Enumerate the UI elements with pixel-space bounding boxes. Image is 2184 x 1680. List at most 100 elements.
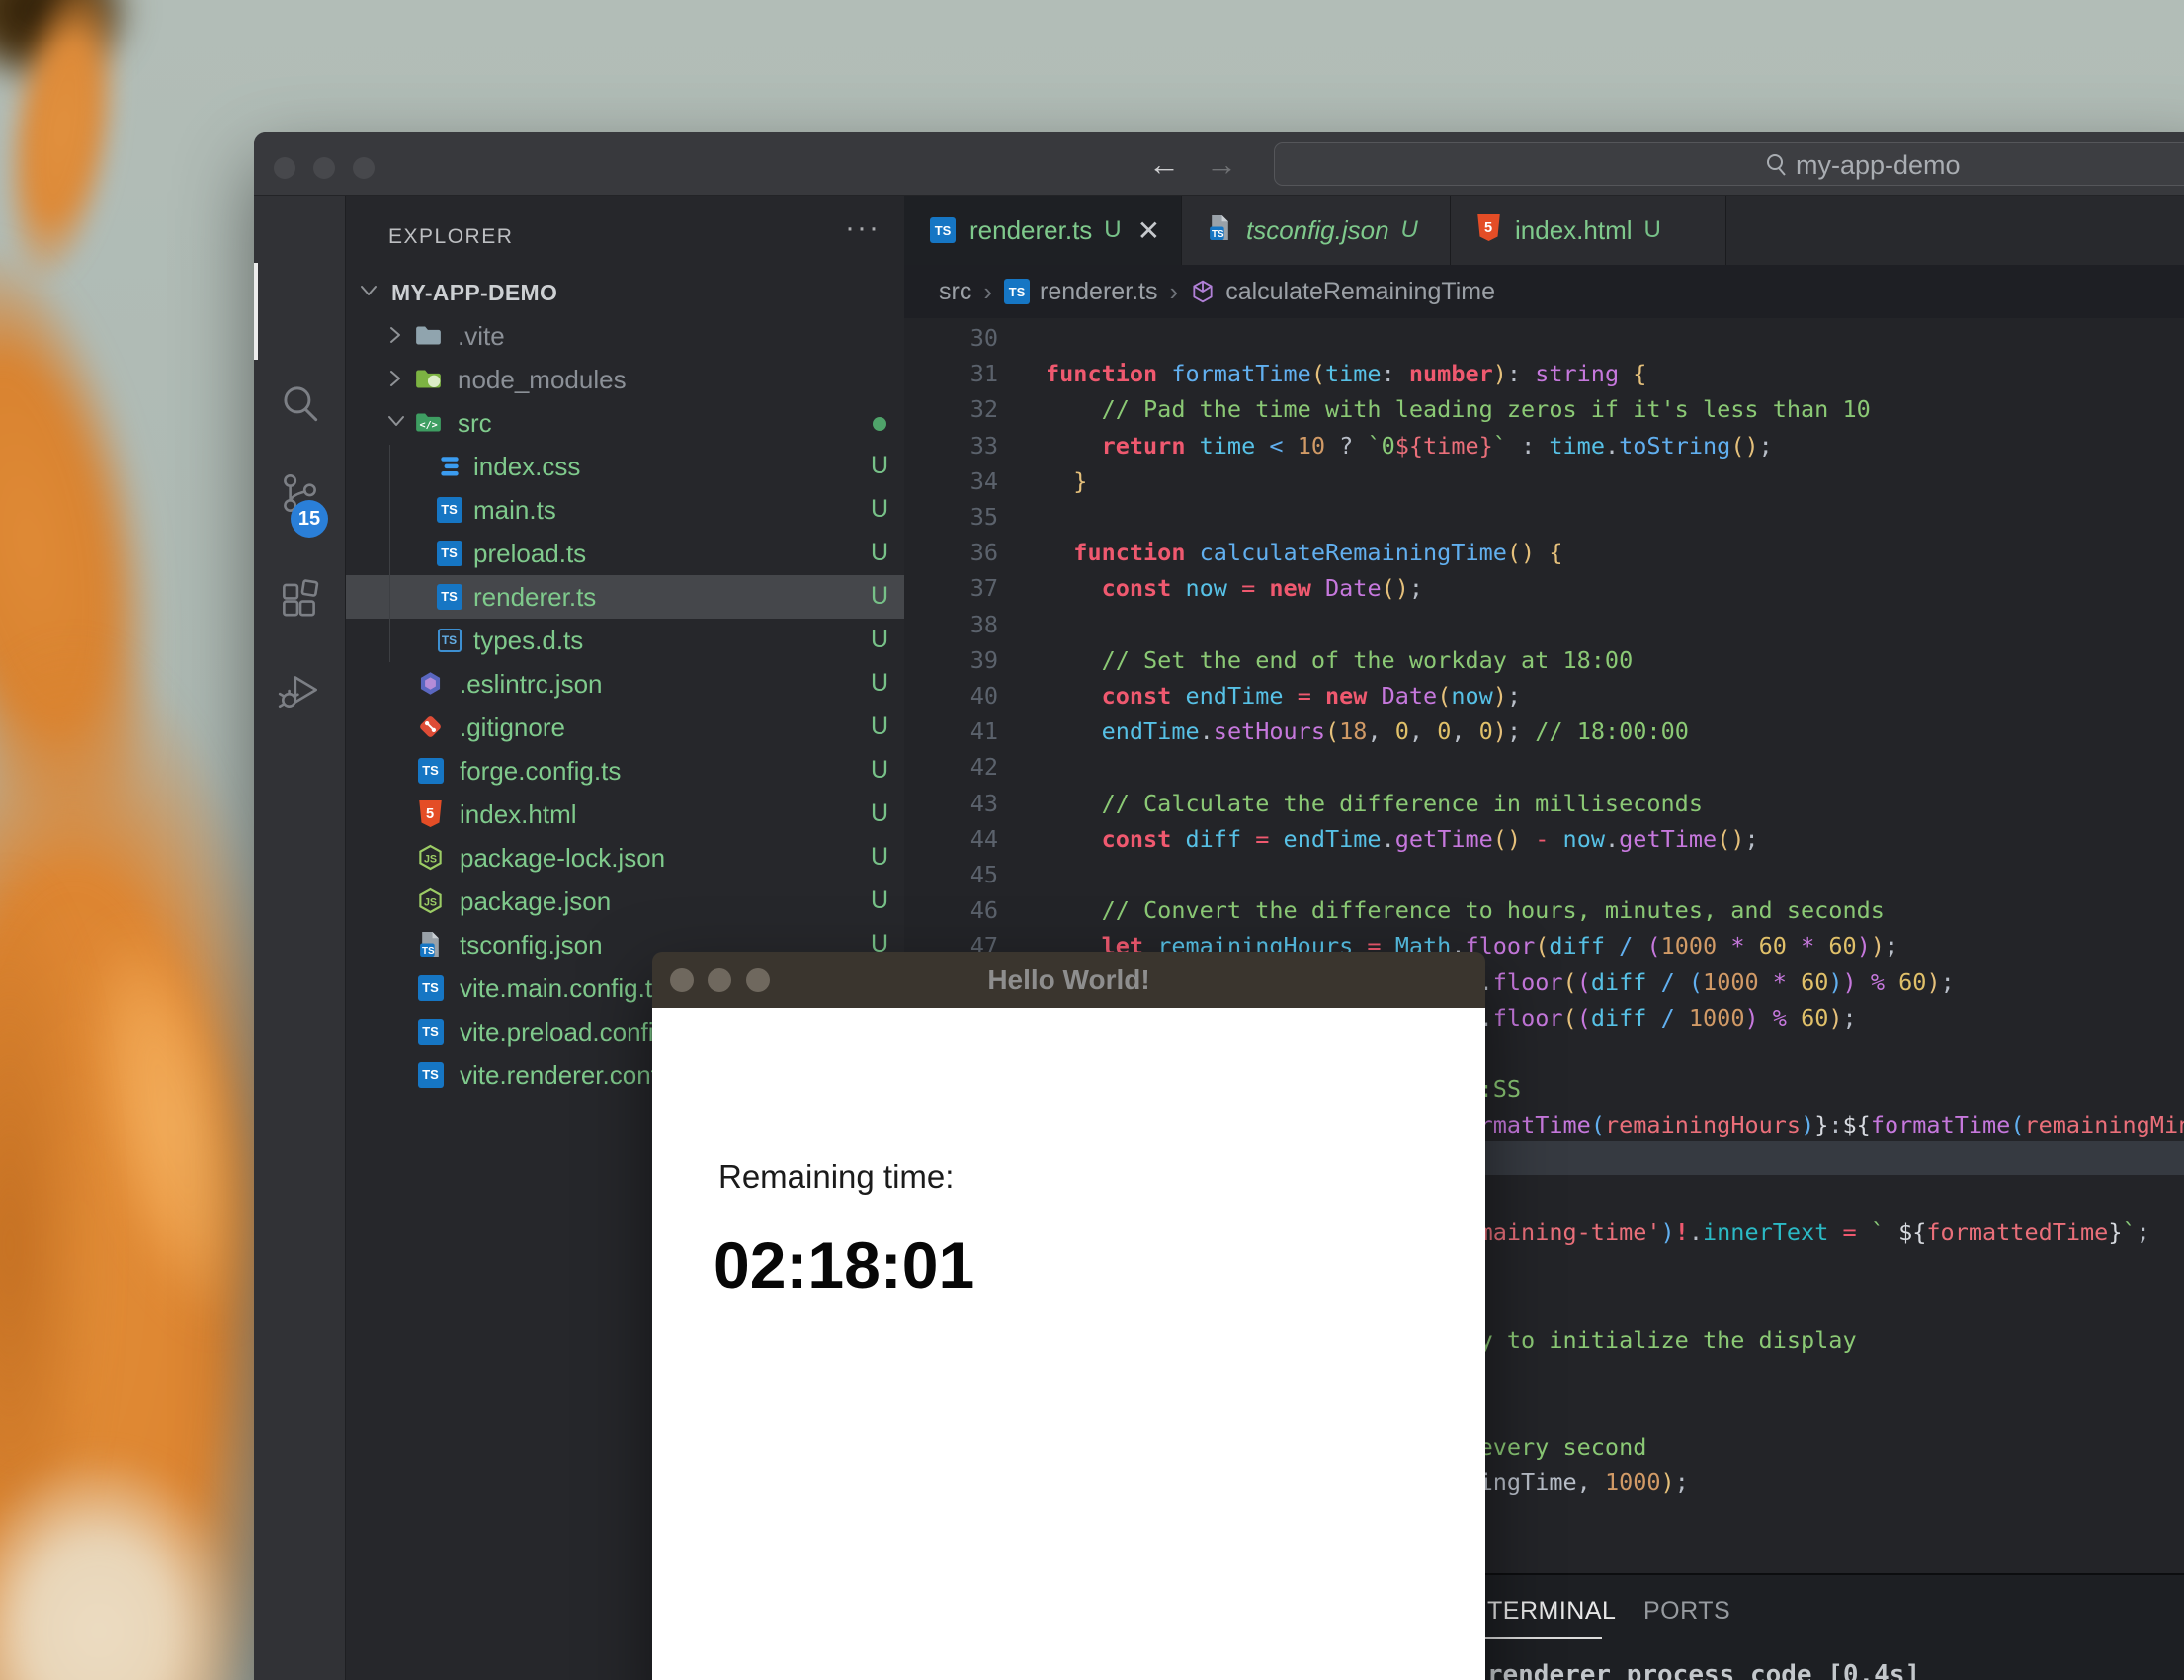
back-arrow-icon[interactable]: ← [1148,146,1180,182]
code-line-38: 38 [904,607,2184,643]
search-icon[interactable] [276,379,323,427]
traffic-light-zoom[interactable] [353,157,375,179]
git-status-badge: U [871,799,888,828]
fox-fur-pale-tip [0,1453,247,1680]
terminal-tab-terminal[interactable]: TERMINAL [1487,1597,1616,1626]
tree-item-.eslintrc.json[interactable]: .eslintrc.jsonU [346,662,904,706]
search-icon [1764,152,1790,183]
ts-icon: TS [417,757,444,784]
git-icon [417,714,444,740]
node-icon: JS [417,844,444,871]
ts-icon: TS [417,1018,444,1045]
file-name: renderer.ts [473,582,596,613]
chevron-down-icon [359,282,378,304]
git-status-badge: U [871,452,888,480]
tree-item-renderer.ts[interactable]: TSrenderer.tsU [346,575,904,619]
tab-tsconfig.json[interactable]: TStsconfig.jsonU [1182,196,1451,265]
svg-text:5: 5 [1484,220,1492,236]
remaining-time-value: 02:18:01 [714,1227,974,1302]
tree-item-package.json[interactable]: JSpackage.jsonU [346,880,904,923]
tsconfig-icon: TS [417,931,444,958]
file-name: package-lock.json [460,843,665,874]
node-icon: JS [417,887,444,914]
tree-item-index.css[interactable]: index.css U [346,445,904,488]
activity-bar: 15 [254,196,345,1680]
ts-icon: TS [417,974,444,1001]
tree-item-forge.config.ts[interactable]: TSforge.config.tsU [346,749,904,793]
tab-label: index.html [1515,215,1633,246]
fox-fur [0,221,200,866]
terminal-tab-ports[interactable]: PORTS [1643,1597,1730,1626]
tree-item-main.ts[interactable]: TSmain.tsU [346,488,904,532]
file-name: .gitignore [460,713,565,743]
source-control-badge: 15 [291,500,328,538]
code-line-39: 39 // Set the end of the workday at 18:0… [904,642,2184,679]
ts-icon: TS [930,217,956,243]
line-number: 39 [904,642,998,678]
tree-item-package-lock.json[interactable]: JSpackage-lock.jsonU [346,836,904,880]
html-icon: 5 [417,800,444,827]
code-line-41: 41 endTime.setHours(18, 0, 0, 0); // 18:… [904,714,2184,750]
hello-window-content: Remaining time: 02:18:01 [652,1008,1485,1680]
code-line-33: 33 return time < 10 ? `0${time}` : time.… [904,428,2184,464]
folder-src-icon: </> [415,409,442,436]
file-name: src [458,408,492,439]
file-name: index.css [473,452,580,482]
line-number: 34 [904,463,998,499]
close-icon[interactable]: ✕ [1137,214,1160,247]
file-name: vite.main.config.ts [460,973,665,1004]
ts-icon: TS [417,1061,444,1088]
extensions-icon[interactable] [276,575,323,623]
breadcrumb-item-renderer.ts[interactable]: TSrenderer.ts [1004,278,1158,306]
git-status-badge: U [1644,216,1661,244]
tree-item-types.d.ts[interactable]: TStypes.d.tsU [346,619,904,662]
svg-text:</>: </> [420,420,438,431]
line-number: 45 [904,857,998,892]
code-line-31: 31function formatTime(time: number): str… [904,356,2184,392]
tree-item-preload.ts[interactable]: TSpreload.tsU [346,532,904,575]
tree-item-.gitignore[interactable]: .gitignore U [346,706,904,749]
svg-text:JS: JS [424,896,437,908]
traffic-light-close[interactable] [274,157,295,179]
code-text: return time < 10 ? `0${time}` : time.toS… [1046,428,1773,463]
code-text: const now = new Date(); [1046,570,1423,606]
tab-index.html[interactable]: 5 index.html U [1451,196,1726,265]
editor-tab-bar: TSrenderer.tsU✕TStsconfig.jsonU 5 index.ht… [904,196,2184,265]
code-text: // Calculate the difference in milliseco… [1046,786,1703,821]
command-center-search[interactable]: my-app-demo [1274,142,2184,186]
git-status-badge: U [871,539,888,567]
breadcrumb-item-src[interactable]: src [939,278,971,306]
hello-world-window: Hello World! Remaining time: 02:18:01 [652,952,1485,1680]
tree-item-index.html[interactable]: 5index.htmlU [346,793,904,836]
tree-item-node_modules[interactable]: node_modules [346,358,904,401]
explorer-title: EXPLORER [388,225,513,249]
forward-arrow-icon[interactable]: → [1206,146,1237,182]
tree-item-.vite[interactable]: .vite [346,314,904,358]
symbol-method-icon [1190,279,1216,304]
fox-fur-wisp [0,0,138,293]
explorer-icon[interactable] [276,287,323,334]
line-number: 30 [904,320,998,356]
fox-fur-shadow [0,870,99,1621]
hello-window-titlebar[interactable]: Hello World! [652,952,1485,1008]
tab-renderer.ts[interactable]: TSrenderer.tsU✕ [904,196,1182,265]
breadcrumb-item-calculateRemainingTime[interactable]: calculateRemainingTime [1190,278,1495,306]
git-status-badge: U [871,713,888,741]
indent-guide [389,445,390,662]
file-name: package.json [460,886,611,917]
line-number: 38 [904,607,998,642]
breadcrumb[interactable]: src›TSrenderer.ts›calculateRemainingTime [904,265,2184,318]
chevron-right-icon [386,369,404,393]
vscode-titlebar[interactable]: ← → my-app-demo [254,132,2184,196]
run-and-debug-icon[interactable] [276,666,323,714]
more-actions-icon[interactable]: ··· [845,211,881,245]
tsconfig-icon: TS [1208,214,1232,246]
ts-icon: TS [436,496,462,523]
tree-item-src[interactable]: </> src [346,401,904,445]
code-line-34: 34 } [904,463,2184,500]
code-text: } [1046,463,1087,499]
traffic-light-minimize[interactable] [313,157,335,179]
html-icon: 5 [1476,214,1501,246]
svg-text:TS: TS [422,946,435,957]
tree-item-MY-APP-DEMO[interactable]: MY-APP-DEMO [346,271,904,314]
